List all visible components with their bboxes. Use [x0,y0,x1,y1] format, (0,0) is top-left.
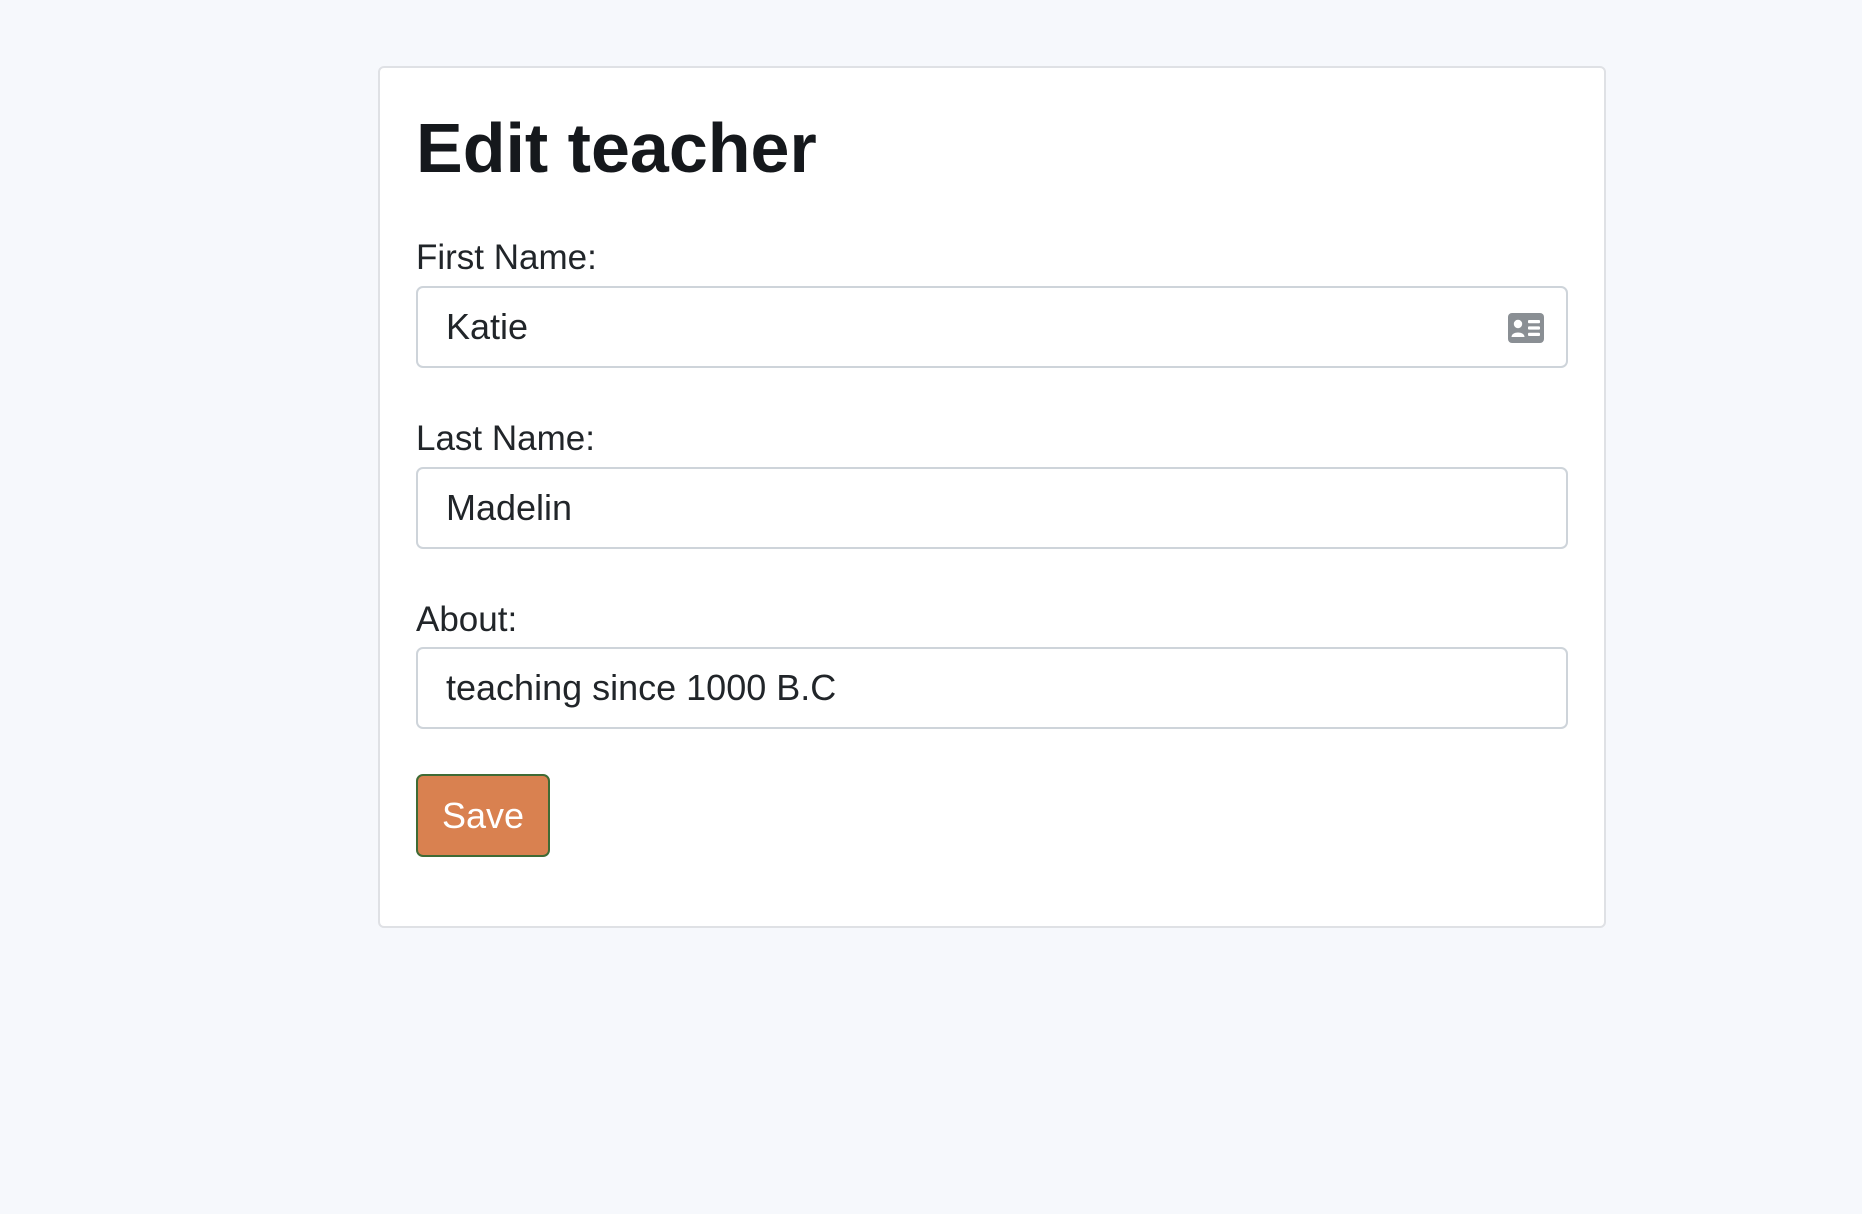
first-name-label: First Name: [416,238,597,277]
about-input[interactable] [418,649,1566,727]
about-label: About: [416,600,518,639]
first-name-field-wrapper [416,286,1568,368]
edit-teacher-card: Edit teacher First Name: Last Name: Abou… [378,66,1606,928]
last-name-label: Last Name: [416,419,595,458]
about-field-wrapper [416,647,1568,729]
page-title: Edit teacher [416,109,817,187]
contact-card-icon[interactable] [1508,313,1544,343]
last-name-field-wrapper [416,467,1568,549]
save-button[interactable]: Save [416,774,550,857]
first-name-input[interactable] [418,288,1566,366]
last-name-input[interactable] [418,469,1566,547]
